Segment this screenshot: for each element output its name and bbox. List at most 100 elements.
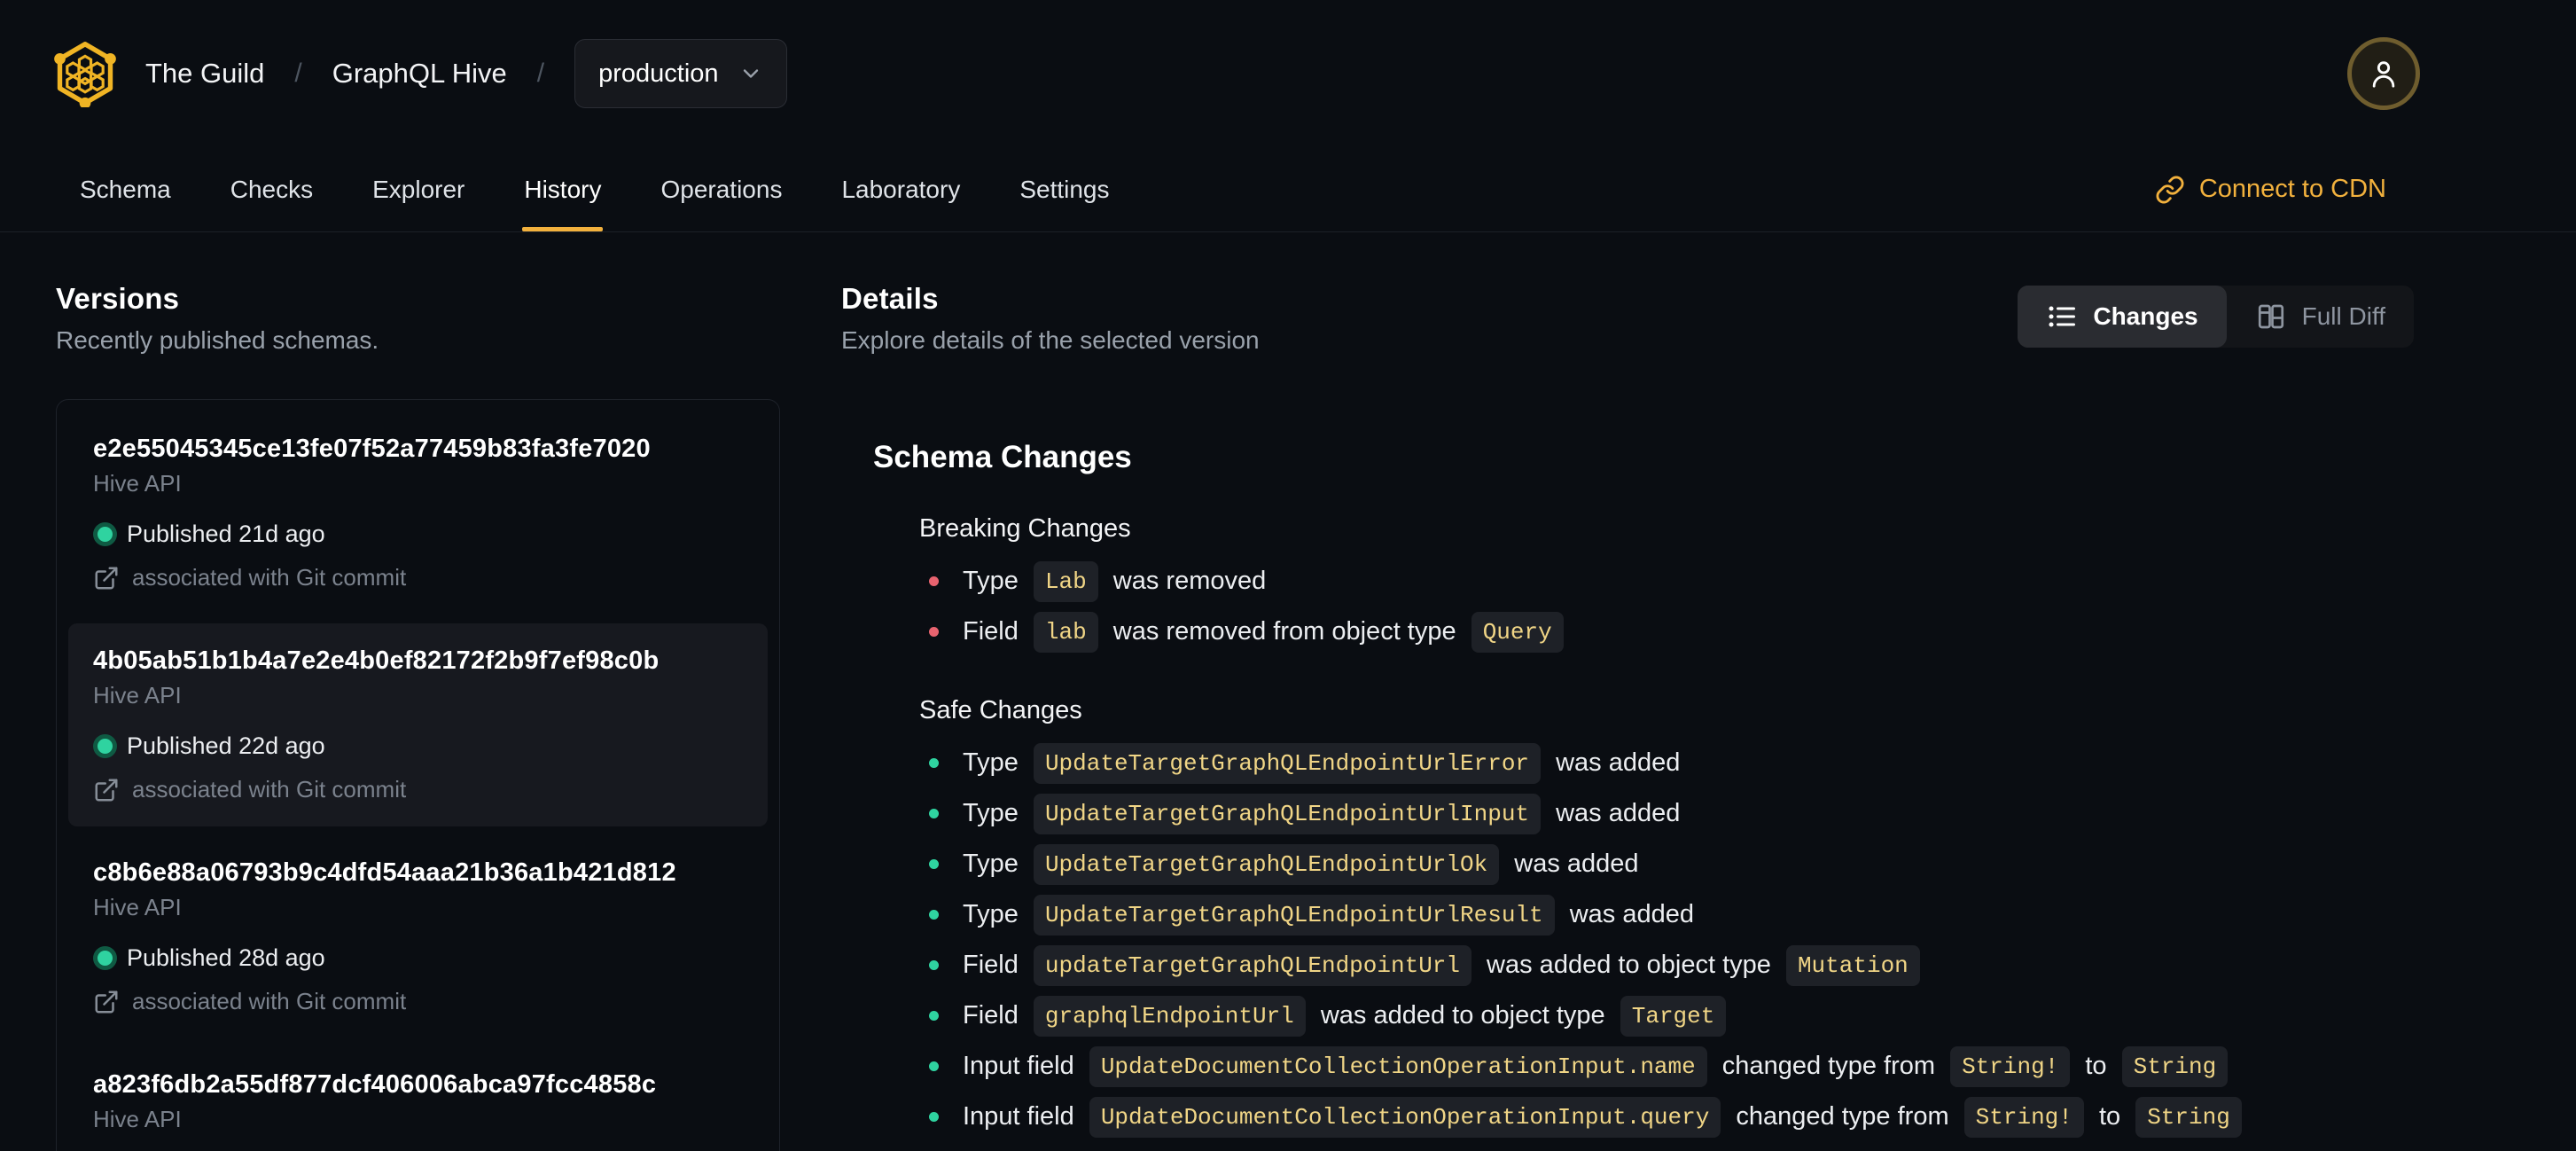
details-heading-block: Details Explore details of the selected … bbox=[841, 282, 1260, 355]
inline-code: UpdateTargetGraphQLEndpointUrlResult bbox=[1033, 894, 1555, 936]
change-bullet-icon bbox=[929, 809, 939, 818]
chevron-down-icon bbox=[743, 69, 758, 78]
version-hash: 4b05ab51b1b4a7e2e4b0ef82172f2b9f7ef98c0b bbox=[93, 646, 660, 675]
change-item: Input field UpdateDocumentCollectionOper… bbox=[919, 1092, 2414, 1142]
change-item: Field graphqlEndpointUrl was added to ob… bbox=[919, 990, 2414, 1041]
connect-to-cdn-link[interactable]: Connect to CDN bbox=[2155, 147, 2386, 231]
change-bullet-icon bbox=[929, 910, 939, 920]
change-text: Field bbox=[963, 617, 1026, 646]
view-toggle: Changes Full Diff bbox=[2018, 286, 2414, 348]
inline-code: Query bbox=[1471, 611, 1564, 653]
status-dot-icon bbox=[98, 527, 113, 542]
change-text: Field bbox=[963, 1001, 1026, 1030]
details-header: Details Explore details of the selected … bbox=[841, 282, 2414, 355]
inline-code: UpdateTargetGraphQLEndpointUrlInput bbox=[1033, 793, 1542, 834]
version-published-text: Published 28d ago bbox=[127, 944, 325, 971]
change-text: Type bbox=[963, 850, 1026, 878]
external-link-icon bbox=[95, 567, 118, 589]
tab-operations[interactable]: Operations bbox=[660, 147, 782, 231]
versions-title: Versions bbox=[56, 282, 180, 315]
inline-code: String bbox=[2135, 1096, 2242, 1138]
schema-changes-section: Schema Changes Breaking Changes Type Lab… bbox=[841, 440, 2414, 1142]
inline-code: updateTargetGraphQLEndpointUrl bbox=[1033, 944, 1471, 986]
version-service: Hive API bbox=[93, 1106, 182, 1132]
git-commit-link[interactable]: associated with Git commit bbox=[93, 988, 743, 1015]
change-bullet-icon bbox=[929, 859, 939, 869]
nav-tabs: Schema Checks Explorer History Operations Lab… bbox=[80, 147, 1110, 231]
version-card[interactable]: a823f6db2a55df877dcf406006abca97fcc4858c… bbox=[68, 1047, 768, 1151]
status-dot-icon bbox=[98, 739, 113, 754]
version-card[interactable]: 4b05ab51b1b4a7e2e4b0ef82172f2b9f7ef98c0b… bbox=[68, 623, 768, 826]
details-panel: Details Explore details of the selected … bbox=[841, 282, 2576, 1142]
version-service: Hive API bbox=[93, 470, 182, 497]
inline-code: Target bbox=[1620, 995, 1727, 1037]
inline-code: UpdateTargetGraphQLEndpointUrlOk bbox=[1033, 843, 1500, 885]
avatar-button[interactable] bbox=[2347, 37, 2420, 110]
inline-code: String bbox=[2121, 1045, 2229, 1087]
git-commit-label: associated with Git commit bbox=[132, 564, 407, 591]
version-hash: e2e55045345ce13fe07f52a77459b83fa3fe7020 bbox=[93, 435, 651, 463]
change-text: was added to object type bbox=[1479, 951, 1778, 979]
inline-code: graphqlEndpointUrl bbox=[1033, 995, 1306, 1037]
version-card[interactable]: c8b6e88a06793b9c4dfd54aaa21b36a1b421d812… bbox=[68, 835, 768, 1038]
version-hash: a823f6db2a55df877dcf406006abca97fcc4858c bbox=[93, 1070, 657, 1099]
change-item: Type UpdateTargetGraphQLEndpointUrlOk wa… bbox=[919, 839, 2414, 889]
tab-settings[interactable]: Settings bbox=[1019, 147, 1109, 231]
safe-changes-heading: Safe Changes bbox=[919, 696, 1082, 724]
safe-changes-group: Safe Changes Type UpdateTargetGraphQLEnd… bbox=[873, 696, 2414, 1142]
change-bullet-icon bbox=[929, 576, 939, 586]
version-published-text: Published 21d ago bbox=[127, 521, 325, 547]
versions-subtitle: Recently published schemas. bbox=[56, 326, 379, 354]
details-subtitle: Explore details of the selected version bbox=[841, 326, 1260, 354]
change-text: was added bbox=[1507, 850, 1639, 878]
version-published-text: Published 22d ago bbox=[127, 732, 325, 759]
change-item: Input field UpdateDocumentCollectionOper… bbox=[919, 1041, 2414, 1092]
change-text: to bbox=[2091, 1102, 2128, 1131]
breadcrumb-project[interactable]: GraphQL Hive bbox=[332, 58, 507, 90]
user-icon bbox=[2372, 61, 2395, 88]
schema-changes-title: Schema Changes bbox=[873, 440, 1132, 474]
breadcrumb-org[interactable]: The Guild bbox=[145, 58, 264, 90]
tab-laboratory[interactable]: Laboratory bbox=[841, 147, 960, 231]
breaking-changes-heading: Breaking Changes bbox=[919, 514, 1131, 543]
version-status: Published 28d ago bbox=[93, 944, 743, 972]
hive-logo-icon[interactable] bbox=[51, 40, 119, 107]
columns-icon bbox=[2258, 304, 2283, 329]
change-text: changed type from bbox=[1729, 1102, 1956, 1131]
tab-history[interactable]: History bbox=[522, 147, 604, 231]
breadcrumb-separator: / bbox=[294, 59, 302, 88]
change-text: Input field bbox=[963, 1052, 1081, 1080]
changes-view-label: Changes bbox=[2093, 302, 2198, 330]
change-item: Type UpdateTargetGraphQLEndpointUrlInput… bbox=[919, 788, 2414, 839]
change-item: Type Lab was removed bbox=[919, 556, 2414, 607]
tab-schema[interactable]: Schema bbox=[80, 147, 171, 231]
change-text: Field bbox=[963, 951, 1026, 979]
breadcrumb-separator: / bbox=[536, 59, 545, 88]
change-text: changed type from bbox=[1714, 1052, 1943, 1080]
change-text: Type bbox=[963, 900, 1026, 928]
breaking-changes-group: Breaking Changes Type Lab was removed Fie… bbox=[873, 514, 2414, 657]
change-bullet-icon bbox=[929, 627, 939, 637]
link-icon bbox=[2156, 176, 2184, 203]
change-item: Type UpdateTargetGraphQLEndpointUrlError… bbox=[919, 738, 2414, 788]
header-top-row: The Guild / GraphQL Hive / production bbox=[0, 0, 2576, 147]
target-selector-dropdown[interactable]: production bbox=[574, 39, 787, 108]
tab-checks[interactable]: Checks bbox=[230, 147, 313, 231]
version-card[interactable]: e2e55045345ce13fe07f52a77459b83fa3fe7020… bbox=[68, 411, 768, 615]
git-commit-label: associated with Git commit bbox=[132, 776, 407, 803]
change-text: Type bbox=[963, 748, 1026, 777]
version-service: Hive API bbox=[93, 894, 182, 920]
tab-explorer[interactable]: Explorer bbox=[372, 147, 464, 231]
inline-code: String! bbox=[1950, 1045, 2071, 1087]
version-service: Hive API bbox=[93, 682, 182, 709]
git-commit-link[interactable]: associated with Git commit bbox=[93, 776, 743, 803]
changes-view-button[interactable]: Changes bbox=[2018, 286, 2227, 348]
status-dot-icon bbox=[98, 951, 113, 966]
main-nav: Schema Checks Explorer History Operations Lab… bbox=[0, 147, 2576, 232]
change-text: was added to object type bbox=[1313, 1001, 1612, 1030]
git-commit-label: associated with Git commit bbox=[132, 988, 407, 1014]
git-commit-link[interactable]: associated with Git commit bbox=[93, 564, 743, 591]
change-item: Type UpdateTargetGraphQLEndpointUrlResul… bbox=[919, 889, 2414, 940]
full-diff-view-button[interactable]: Full Diff bbox=[2227, 286, 2414, 348]
inline-code: UpdateDocumentCollectionOperationInput.q… bbox=[1089, 1096, 1721, 1138]
